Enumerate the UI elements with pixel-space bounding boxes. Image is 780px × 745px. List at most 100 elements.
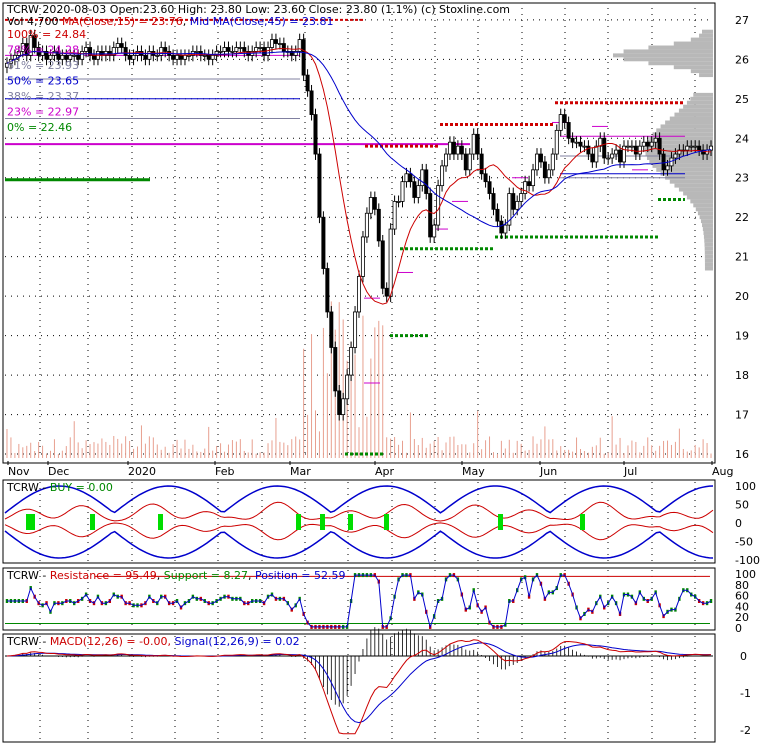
candle-body xyxy=(673,153,678,159)
volume-bar xyxy=(615,444,617,458)
volume-bar xyxy=(370,358,372,458)
volume-bar xyxy=(77,442,79,458)
volume-bar xyxy=(394,437,396,458)
month-label: May xyxy=(462,465,485,478)
candle-body xyxy=(653,137,658,143)
fib-level-label: 0% = 22.46 xyxy=(7,121,72,134)
candle-body xyxy=(499,220,504,234)
price-tick-label: 18 xyxy=(735,369,749,382)
candle-body xyxy=(602,137,607,159)
volume-bar xyxy=(93,442,95,458)
candle-body xyxy=(558,114,563,131)
volume-bar xyxy=(338,302,340,458)
candle-body xyxy=(179,54,184,60)
volume-bar xyxy=(314,410,316,458)
volume-bar xyxy=(425,447,427,458)
volume-bar xyxy=(686,451,688,458)
candle-body xyxy=(258,47,263,49)
candle-body xyxy=(155,54,160,57)
candle-body xyxy=(645,141,650,147)
volume-bar xyxy=(690,450,692,458)
candle-body xyxy=(364,212,369,238)
volume-bar xyxy=(536,443,538,458)
profile-bar xyxy=(702,227,713,232)
volume-bar xyxy=(184,439,186,458)
volume-bar xyxy=(220,443,222,458)
volume-bar xyxy=(619,437,621,458)
candle-body xyxy=(578,141,583,147)
volume-bar xyxy=(528,449,530,458)
price-panel xyxy=(2,2,716,464)
volume-bar xyxy=(140,425,142,458)
candle-body xyxy=(80,51,85,60)
volume-bar xyxy=(53,439,55,458)
candle-body xyxy=(661,153,666,171)
volume-bar xyxy=(354,354,356,458)
candle-body xyxy=(546,169,551,179)
candle-body xyxy=(515,201,520,210)
fib-level-label: 100% = 24.84 xyxy=(7,28,86,41)
volume-bar xyxy=(532,436,534,458)
volume-bar xyxy=(216,445,218,458)
month-label: Aug xyxy=(712,465,733,478)
volume-bar xyxy=(623,453,625,458)
volume-bar xyxy=(243,450,245,458)
profile-bar xyxy=(678,108,713,113)
candle-body xyxy=(360,236,365,277)
profile-bar xyxy=(660,124,713,129)
volume-bar xyxy=(678,428,680,458)
volume-bar xyxy=(176,439,178,458)
volume-bar xyxy=(113,436,115,458)
candle-body xyxy=(511,193,516,210)
profile-bar xyxy=(704,250,713,255)
candle-body xyxy=(408,173,413,183)
volume-bar xyxy=(125,436,127,458)
price-axis: 16 17 18 19 20 21 22 23 24 25 26 27 xyxy=(735,14,749,461)
volume-bar xyxy=(655,450,657,458)
volume-bar xyxy=(10,437,12,458)
volume-bar xyxy=(473,443,475,458)
buy-tick-label: 0 xyxy=(735,517,742,530)
profile-bar xyxy=(656,128,713,133)
volume-bar xyxy=(579,449,581,458)
volume-bar xyxy=(81,448,83,458)
volume-bar xyxy=(635,441,637,458)
candle-body xyxy=(424,169,429,194)
candle-body xyxy=(309,90,314,115)
volume-bar xyxy=(85,440,87,458)
volume-bar xyxy=(595,445,597,458)
volume-bar xyxy=(398,444,400,458)
profile-bar xyxy=(704,246,713,251)
candle-body xyxy=(163,47,168,52)
volume-bar xyxy=(496,453,498,458)
candle-body xyxy=(269,39,274,48)
volume-bar xyxy=(382,325,384,458)
candle-body xyxy=(614,149,619,155)
volume-bar xyxy=(299,439,301,458)
volume-bar xyxy=(429,443,431,458)
candle-body xyxy=(436,185,441,226)
volume-bar xyxy=(492,452,494,458)
volume-bar xyxy=(552,439,554,458)
volume-bar xyxy=(639,452,641,458)
volume-bar xyxy=(34,451,36,458)
candle-body xyxy=(171,54,176,60)
buy-signal-marker xyxy=(158,514,163,530)
candle-body xyxy=(123,47,128,56)
candle-body xyxy=(376,208,381,242)
volume-bar xyxy=(263,452,265,458)
volume-bar xyxy=(461,444,463,458)
volume-bar xyxy=(231,440,233,458)
volume-bar xyxy=(599,437,601,458)
volume-bar xyxy=(287,445,289,458)
candle-body xyxy=(234,47,239,52)
candle-body xyxy=(471,133,476,155)
profile-bar xyxy=(690,199,713,204)
profile-bar xyxy=(683,191,713,196)
volume-bar xyxy=(572,451,574,458)
volume-bar xyxy=(326,373,328,458)
volume-bar xyxy=(156,444,158,458)
candle-body xyxy=(444,153,449,167)
candle-body xyxy=(625,145,630,148)
candle-body xyxy=(380,240,385,289)
